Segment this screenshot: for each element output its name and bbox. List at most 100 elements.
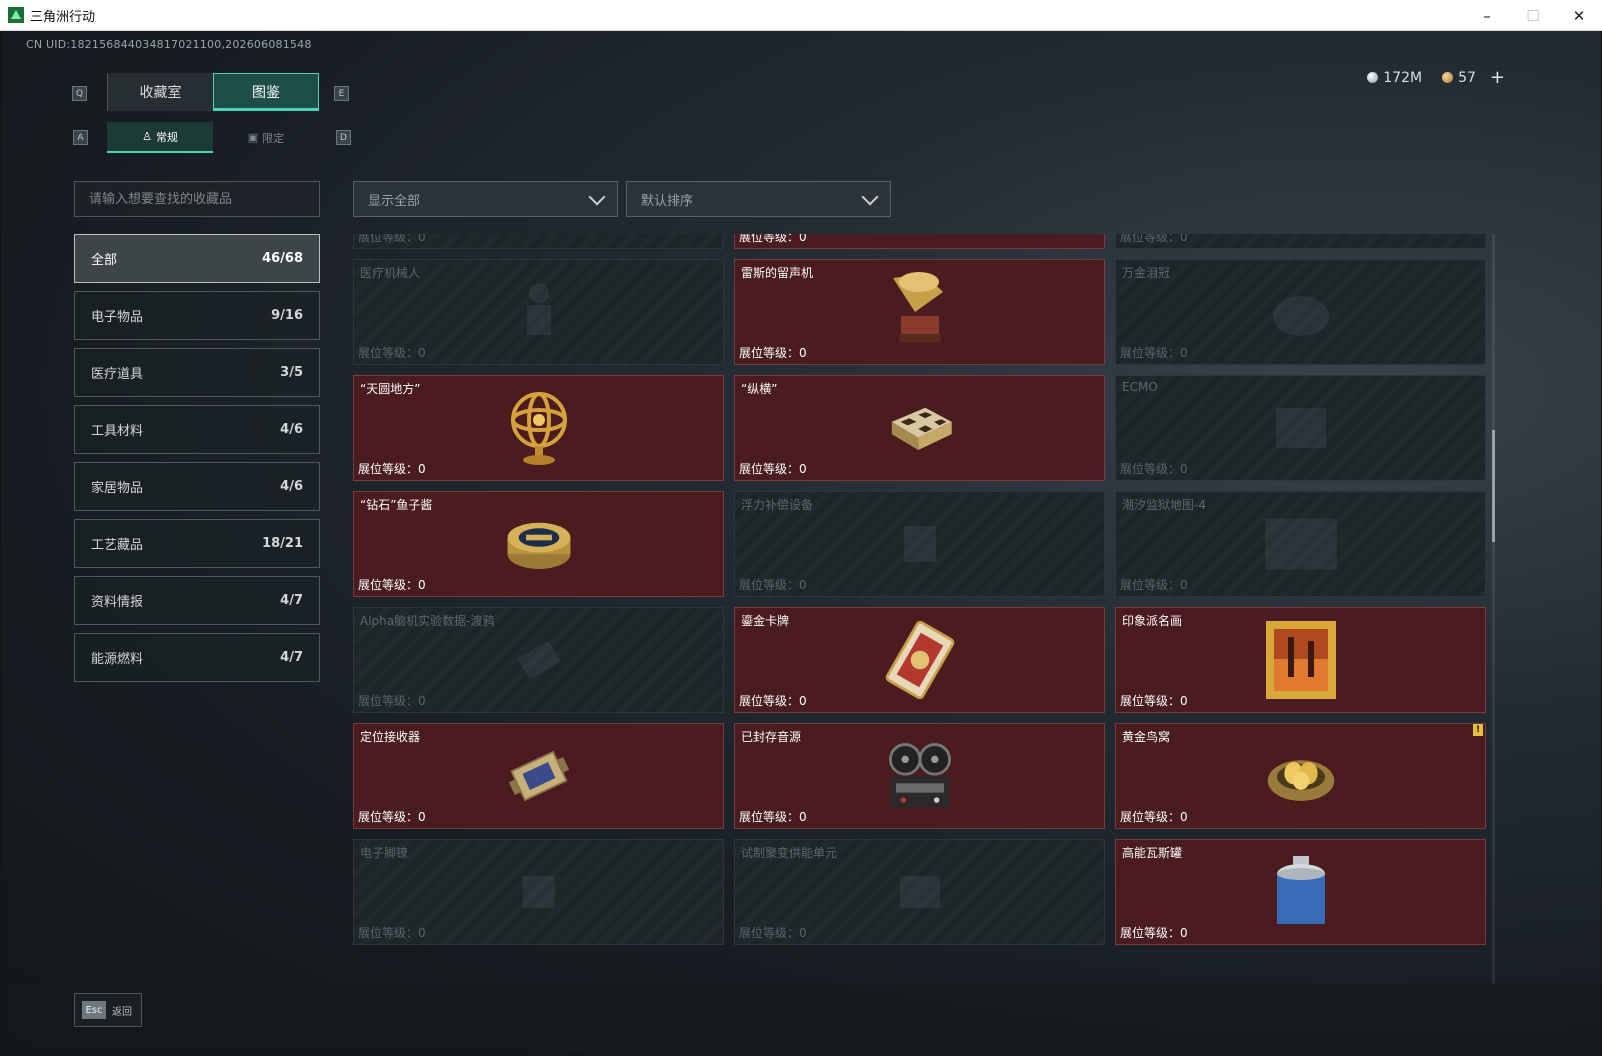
item-name: 医疗机械人 xyxy=(360,266,421,280)
key-hint-e[interactable]: E xyxy=(334,86,349,101)
collection-item-card[interactable]: 印象派名画展位等级：0 xyxy=(1115,607,1486,713)
category-count: 3/5 xyxy=(280,365,303,380)
collection-item-card[interactable]: 黄金鸟窝 展位等级：0! xyxy=(1115,723,1486,829)
armillary-sphere-icon xyxy=(502,391,576,465)
gold-currency: 57 xyxy=(1442,70,1476,86)
item-level: 展位等级：0 xyxy=(739,576,807,593)
category-tools[interactable]: 工具材料 4/6 xyxy=(74,405,320,454)
currency-bar: 172M 57 + xyxy=(1367,67,1505,88)
item-name: 电子脚镣 xyxy=(360,846,409,860)
tab-catalog[interactable]: 图鉴 xyxy=(213,73,319,111)
item-name: 雷斯的留声机 xyxy=(741,266,814,280)
item-level-label: 展位等级： xyxy=(739,462,800,476)
item-name: 潮汐监狱地图-4 xyxy=(1122,498,1206,512)
item-level: 展位等级：0 xyxy=(358,460,426,477)
gramophone-icon xyxy=(883,272,957,349)
gold-amount: 57 xyxy=(1458,69,1476,86)
category-household[interactable]: 家居物品 4/6 xyxy=(74,462,320,511)
item-level-value: 0 xyxy=(799,234,807,244)
item-name: 定位接收器 xyxy=(360,730,421,744)
chevron-down-icon xyxy=(861,188,879,206)
item-level: 展位等级：0 xyxy=(1120,344,1188,361)
item-level: 展位等级：0 xyxy=(358,576,426,593)
collection-item-card[interactable]: 浮力补偿设备 展位等级：0 xyxy=(734,491,1105,597)
key-hint-q[interactable]: Q xyxy=(72,86,87,101)
subtab-normal[interactable]: ♙ 常规 xyxy=(107,122,213,153)
golden-nest-icon xyxy=(1264,739,1338,813)
tab-collection-room[interactable]: 收藏室 xyxy=(107,73,213,111)
collection-item-card[interactable]: 高能瓦斯罐 展位等级：0 xyxy=(1115,839,1486,945)
collection-item-card[interactable]: 试制聚变供能单元 展位等级：0 xyxy=(734,839,1105,945)
item-level-label: 展位等级： xyxy=(358,234,419,244)
item-level-label: 展位等级： xyxy=(358,694,419,708)
maximize-button[interactable]: ☐ xyxy=(1510,0,1556,31)
collection-item-card[interactable]: 已封存音源展位等级：0 xyxy=(734,723,1105,829)
key-hint-a[interactable]: A xyxy=(73,130,88,145)
item-name: 浮力补偿设备 xyxy=(741,498,814,512)
item-level: 展位等级：0 xyxy=(739,808,807,825)
window-controls: – ☐ ✕ xyxy=(1464,0,1602,31)
item-name: 已封存音源 xyxy=(741,730,802,744)
collection-item-card[interactable]: 电子脚镣 展位等级：0 xyxy=(353,839,724,945)
close-button[interactable]: ✕ xyxy=(1556,0,1602,31)
bottom-bar xyxy=(1,985,1601,1055)
item-level: 展位等级：0 xyxy=(739,234,807,245)
item-level-label: 展位等级： xyxy=(1120,346,1181,360)
flame-icon: ♙ xyxy=(142,130,152,143)
item-level: 展位等级：0 xyxy=(739,344,807,361)
collection-item-card[interactable]: 定位接收器 展位等级：0 xyxy=(353,723,724,829)
grid-scrollbar[interactable] xyxy=(1492,234,1495,983)
sort-dropdown[interactable]: 默认排序 xyxy=(626,181,891,217)
category-electronics[interactable]: 电子物品 9/16 xyxy=(74,291,320,340)
collection-item-card[interactable]: 展位等级：0 xyxy=(1115,234,1486,249)
collection-item-card[interactable]: 雷斯的留声机 展位等级：0 xyxy=(734,259,1105,365)
gps-receiver-icon xyxy=(502,739,576,813)
item-level-value: 0 xyxy=(1180,578,1188,592)
collection-item-card[interactable]: 鎏金卡牌 展位等级：0 xyxy=(734,607,1105,713)
item-name: Alpha脑机实验数据-渡鸦 xyxy=(360,614,495,628)
item-level-value: 0 xyxy=(799,926,807,940)
scrollbar-thumb[interactable] xyxy=(1492,430,1495,542)
collection-item-card[interactable]: 展位等级：0 xyxy=(353,234,724,249)
key-hint-d[interactable]: D xyxy=(336,130,351,145)
item-level: 展位等级：0 xyxy=(1120,692,1188,709)
add-currency-button[interactable]: + xyxy=(1490,67,1505,88)
category-count: 4/7 xyxy=(280,593,303,608)
category-medical[interactable]: 医疗道具 3/5 xyxy=(74,348,320,397)
category-energy[interactable]: 能源燃料 4/7 xyxy=(74,633,320,682)
item-level-value: 0 xyxy=(1180,234,1188,244)
collection-item-card[interactable]: “钻石”鱼子酱 展位等级：0 xyxy=(353,491,724,597)
collection-item-card[interactable]: 展位等级：0 xyxy=(734,234,1105,249)
category-all[interactable]: 全部 46/68 xyxy=(74,234,320,283)
item-name: “纵横” xyxy=(741,382,778,396)
item-level: 展位等级：0 xyxy=(739,692,807,709)
collection-item-card[interactable]: 潮汐监狱地图-4 展位等级：0 xyxy=(1115,491,1486,597)
item-name: 黄金鸟窝 xyxy=(1122,730,1171,744)
collection-item-card[interactable]: 医疗机械人 展位等级：0 xyxy=(353,259,724,365)
search-input[interactable] xyxy=(74,181,320,217)
item-level-label: 展位等级： xyxy=(739,234,800,244)
painting-icon xyxy=(1264,621,1338,699)
fusion-unit-icon xyxy=(883,855,957,929)
ankle-monitor-icon xyxy=(502,855,576,929)
collection-item-card[interactable]: “纵横” 展位等级：0 xyxy=(734,375,1105,481)
collection-grid-viewport: 展位等级：0 展位等级：0 展位等级：0 医疗机械人 展位等级：0 雷斯的留声机 展位等级：… xyxy=(353,234,1493,983)
sort-dropdown-value: 默认排序 xyxy=(641,193,694,209)
collection-item-card[interactable]: 万金泪冠 展位等级：0 xyxy=(1115,259,1486,365)
minimize-button[interactable]: – xyxy=(1464,0,1510,31)
category-count: 4/6 xyxy=(280,479,303,494)
category-crafts[interactable]: 工艺藏品 18/21 xyxy=(74,519,320,568)
collection-item-card[interactable]: Alpha脑机实验数据-渡鸦 展位等级：0 xyxy=(353,607,724,713)
esc-key-icon: Esc xyxy=(82,1001,106,1019)
item-level-label: 展位等级： xyxy=(358,926,419,940)
filter-dropdown[interactable]: 显示全部 xyxy=(353,181,618,217)
collection-item-card[interactable]: “天圆地方” 展位等级：0 xyxy=(353,375,724,481)
category-intel[interactable]: 资料情报 4/7 xyxy=(74,576,320,625)
back-button[interactable]: Esc 返回 xyxy=(74,993,142,1027)
item-level-value: 0 xyxy=(418,346,426,360)
subtab-limited[interactable]: ▣ 限定 xyxy=(213,122,319,153)
item-level: 展位等级：0 xyxy=(739,924,807,941)
category-label: 能源燃料 xyxy=(91,652,144,667)
item-name: 印象派名画 xyxy=(1122,614,1183,628)
collection-item-card[interactable]: ECMO 展位等级：0 xyxy=(1115,375,1486,481)
